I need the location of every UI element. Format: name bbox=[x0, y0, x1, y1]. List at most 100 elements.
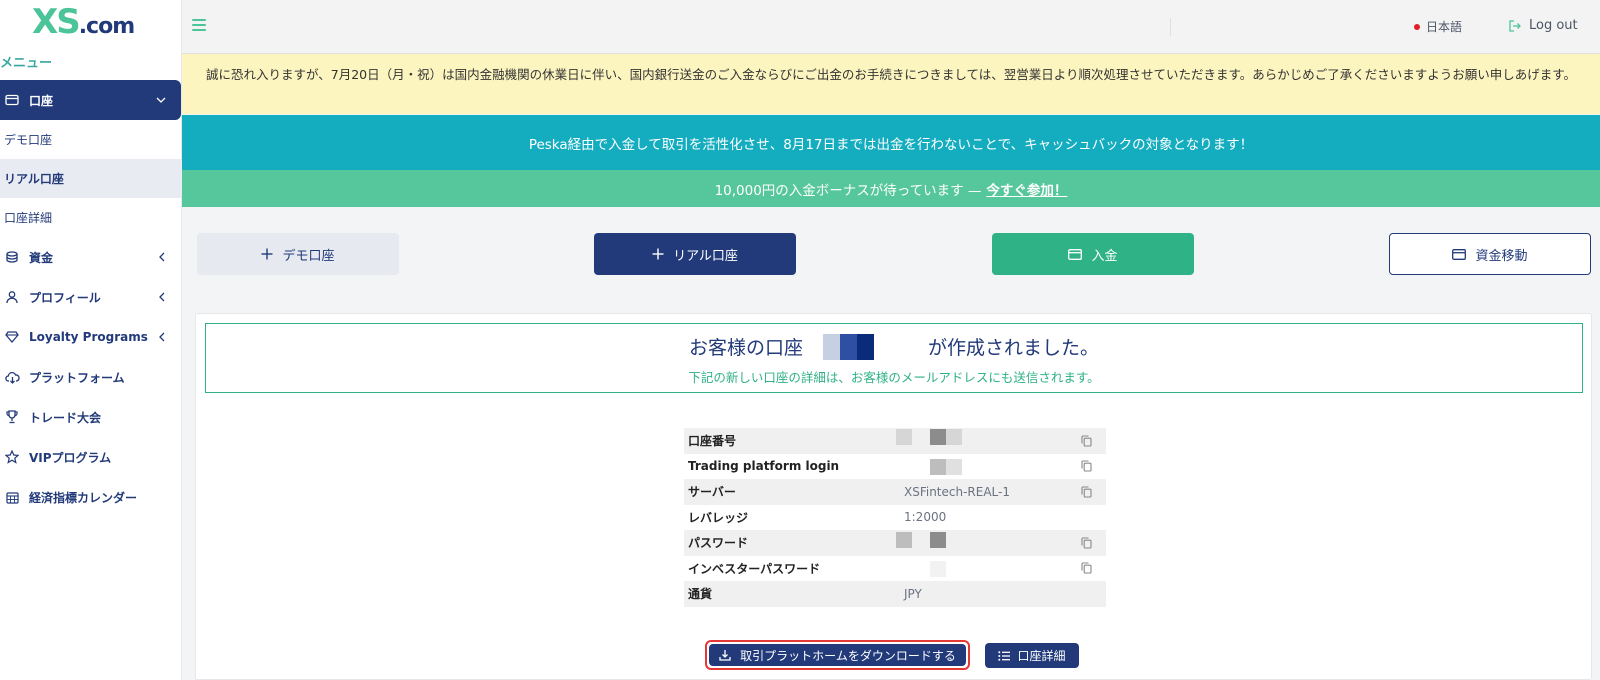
detail-label: レバレッジ bbox=[688, 510, 749, 525]
chevron-left-icon bbox=[156, 292, 168, 302]
table-row: レバレッジ 1:2000 bbox=[684, 505, 1106, 531]
open-real-account-label: リアル口座 bbox=[673, 248, 738, 264]
coins-icon bbox=[4, 249, 20, 265]
redacted-value bbox=[896, 532, 912, 548]
sidebar: XS .com メニュー 口座 デモ口座 リアル口座 口座詳細 資金 プロフィー… bbox=[0, 0, 182, 680]
redacted-value bbox=[930, 429, 946, 445]
chevron-left-icon bbox=[156, 252, 168, 262]
logout-label: Log out bbox=[1529, 18, 1578, 33]
download-highlight: 取引プラットホームをダウンロードする bbox=[705, 640, 970, 670]
detail-label: インベスターパスワード bbox=[688, 561, 821, 576]
detail-label: Trading platform login bbox=[688, 459, 840, 474]
sidebar-item-label: トレード大会 bbox=[29, 410, 102, 425]
redacted-value bbox=[930, 560, 946, 577]
fund-transfer-button[interactable]: 資金移動 bbox=[1389, 233, 1591, 275]
sidebar-item-trade-contest[interactable]: トレード大会 bbox=[0, 397, 182, 437]
diamond-icon bbox=[4, 329, 20, 345]
table-row: Trading platform login bbox=[684, 454, 1106, 480]
bonus-join-link[interactable]: 今すぐ参加！ bbox=[986, 179, 1067, 199]
account-details-label: 口座詳細 bbox=[1017, 649, 1066, 663]
logout-button[interactable]: Log out bbox=[1508, 18, 1578, 33]
account-created-title: お客様の口座 が作成されました。 bbox=[206, 333, 1582, 360]
open-demo-account-label: デモ口座 bbox=[282, 248, 335, 264]
account-created-card: お客様の口座 が作成されました。 下記の新しい口座の詳細は、お客様のメールアドレ… bbox=[195, 313, 1592, 680]
table-row: サーバー XSFintech-REAL-1 bbox=[684, 479, 1106, 505]
calendar-icon bbox=[4, 489, 20, 505]
open-demo-account-button[interactable]: デモ口座 bbox=[197, 233, 399, 275]
redacted-value bbox=[930, 532, 946, 548]
sidebar-item-label: VIPプログラム bbox=[29, 450, 112, 465]
detail-value: 1:2000 bbox=[904, 510, 947, 525]
sidebar-item-funds[interactable]: 資金 bbox=[0, 237, 182, 277]
account-details-button[interactable]: 口座詳細 bbox=[985, 643, 1079, 668]
wallet-icon bbox=[4, 92, 20, 108]
bonus-banner: 10,000円の入金ボーナスが待っています — 今すぐ参加！ bbox=[182, 170, 1600, 207]
header-divider bbox=[1170, 18, 1171, 36]
deposit-button[interactable]: 入金 bbox=[992, 233, 1194, 275]
sidebar-item-label: 資金 bbox=[29, 250, 54, 265]
sidebar-item-calendar[interactable]: 経済指標カレンダー bbox=[0, 477, 182, 517]
xs-logo[interactable]: XS .com bbox=[32, 2, 135, 42]
detail-value bbox=[896, 530, 1074, 556]
trophy-icon bbox=[4, 409, 20, 425]
logout-icon bbox=[1509, 19, 1521, 32]
sidebar-item-vip[interactable]: VIPプログラム bbox=[0, 437, 182, 477]
chevron-left-icon bbox=[156, 332, 168, 342]
copy-icon[interactable] bbox=[1074, 435, 1098, 447]
detail-label: 口座番号 bbox=[688, 434, 737, 449]
user-icon bbox=[4, 289, 20, 305]
table-row: 通貨 JPY bbox=[684, 581, 1106, 607]
language-selector[interactable]: 日本語 bbox=[1414, 18, 1462, 35]
copy-icon[interactable] bbox=[1074, 537, 1098, 549]
table-row: パスワード bbox=[684, 530, 1106, 556]
deposit-label: 入金 bbox=[1091, 248, 1118, 264]
detail-value bbox=[904, 454, 1074, 480]
top-header: 日本語 Log out bbox=[182, 0, 1600, 54]
sidebar-item-account[interactable]: 口座 bbox=[0, 80, 181, 120]
table-row: 口座番号 bbox=[684, 428, 1106, 454]
star-icon bbox=[4, 449, 20, 465]
download-icon bbox=[719, 650, 731, 661]
detail-label: サーバー bbox=[688, 485, 736, 500]
card-icon bbox=[1452, 248, 1467, 260]
copy-icon[interactable] bbox=[1074, 460, 1098, 472]
plus-icon bbox=[652, 248, 664, 260]
detail-value: XSFintech-REAL-1 bbox=[904, 484, 1010, 499]
chevron-down-icon bbox=[155, 97, 167, 103]
copy-icon[interactable] bbox=[1074, 562, 1098, 574]
sidebar-item-profile[interactable]: プロフィール bbox=[0, 277, 182, 317]
sidebar-subitem-demo[interactable]: デモ口座 bbox=[0, 120, 182, 159]
account-details-table: 口座番号 Trading platform login サーバー XSFinte… bbox=[684, 428, 1106, 607]
sidebar-item-label: プロフィール bbox=[29, 290, 101, 305]
sidebar-item-loyalty[interactable]: Loyalty Programs bbox=[0, 317, 182, 357]
menu-title: メニュー bbox=[0, 56, 53, 71]
redacted-value bbox=[946, 458, 962, 475]
sidebar-item-platform[interactable]: プラットフォーム bbox=[0, 357, 182, 397]
detail-label: 通貨 bbox=[688, 587, 713, 602]
redacted-value bbox=[930, 458, 946, 475]
sidebar-item-label: 経済指標カレンダー bbox=[29, 490, 138, 505]
sidebar-nav: 口座 デモ口座 リアル口座 口座詳細 資金 プロフィール Loyalty Pro… bbox=[0, 80, 182, 517]
holiday-notice-banner: 誠に恐れ入りますが、7月20日（月・祝）は国内金融機関の休業日に伴い、国内銀行送… bbox=[182, 54, 1600, 114]
peska-promo-banner: Peska経由で入金して取引を活性化させ、8月17日までは出金を行わないことで、… bbox=[182, 115, 1600, 170]
detail-label: パスワード bbox=[688, 536, 749, 551]
copy-icon[interactable] bbox=[1074, 486, 1098, 498]
sidebar-subitem-real[interactable]: リアル口座 bbox=[0, 159, 182, 198]
sidebar-item-label: Loyalty Programs bbox=[29, 330, 148, 344]
table-row: インベスターパスワード bbox=[684, 556, 1106, 582]
detail-value bbox=[896, 428, 1074, 454]
sidebar-item-label: 口座 bbox=[29, 93, 54, 108]
plus-icon bbox=[261, 248, 273, 260]
language-label: 日本語 bbox=[1426, 20, 1463, 34]
account-created-subtitle: 下記の新しい口座の詳細は、お客様のメールアドレスにも送信されます。 bbox=[688, 370, 1100, 385]
sidebar-subitem-details[interactable]: 口座詳細 bbox=[0, 198, 182, 237]
detail-value bbox=[904, 556, 1074, 582]
download-platform-button[interactable]: 取引プラットホームをダウンロードする bbox=[709, 644, 966, 666]
peska-promo-text: Peska経由で入金して取引を活性化させ、8月17日までは出金を行わないことで、… bbox=[528, 136, 1254, 153]
redacted-value bbox=[896, 429, 912, 445]
account-created-message: お客様の口座 が作成されました。 下記の新しい口座の詳細は、お客様のメールアドレ… bbox=[205, 323, 1583, 393]
hamburger-menu-icon[interactable] bbox=[192, 18, 206, 32]
open-real-account-button[interactable]: リアル口座 bbox=[594, 233, 796, 275]
cloud-download-icon bbox=[4, 369, 20, 385]
redacted-account-number bbox=[823, 333, 874, 360]
